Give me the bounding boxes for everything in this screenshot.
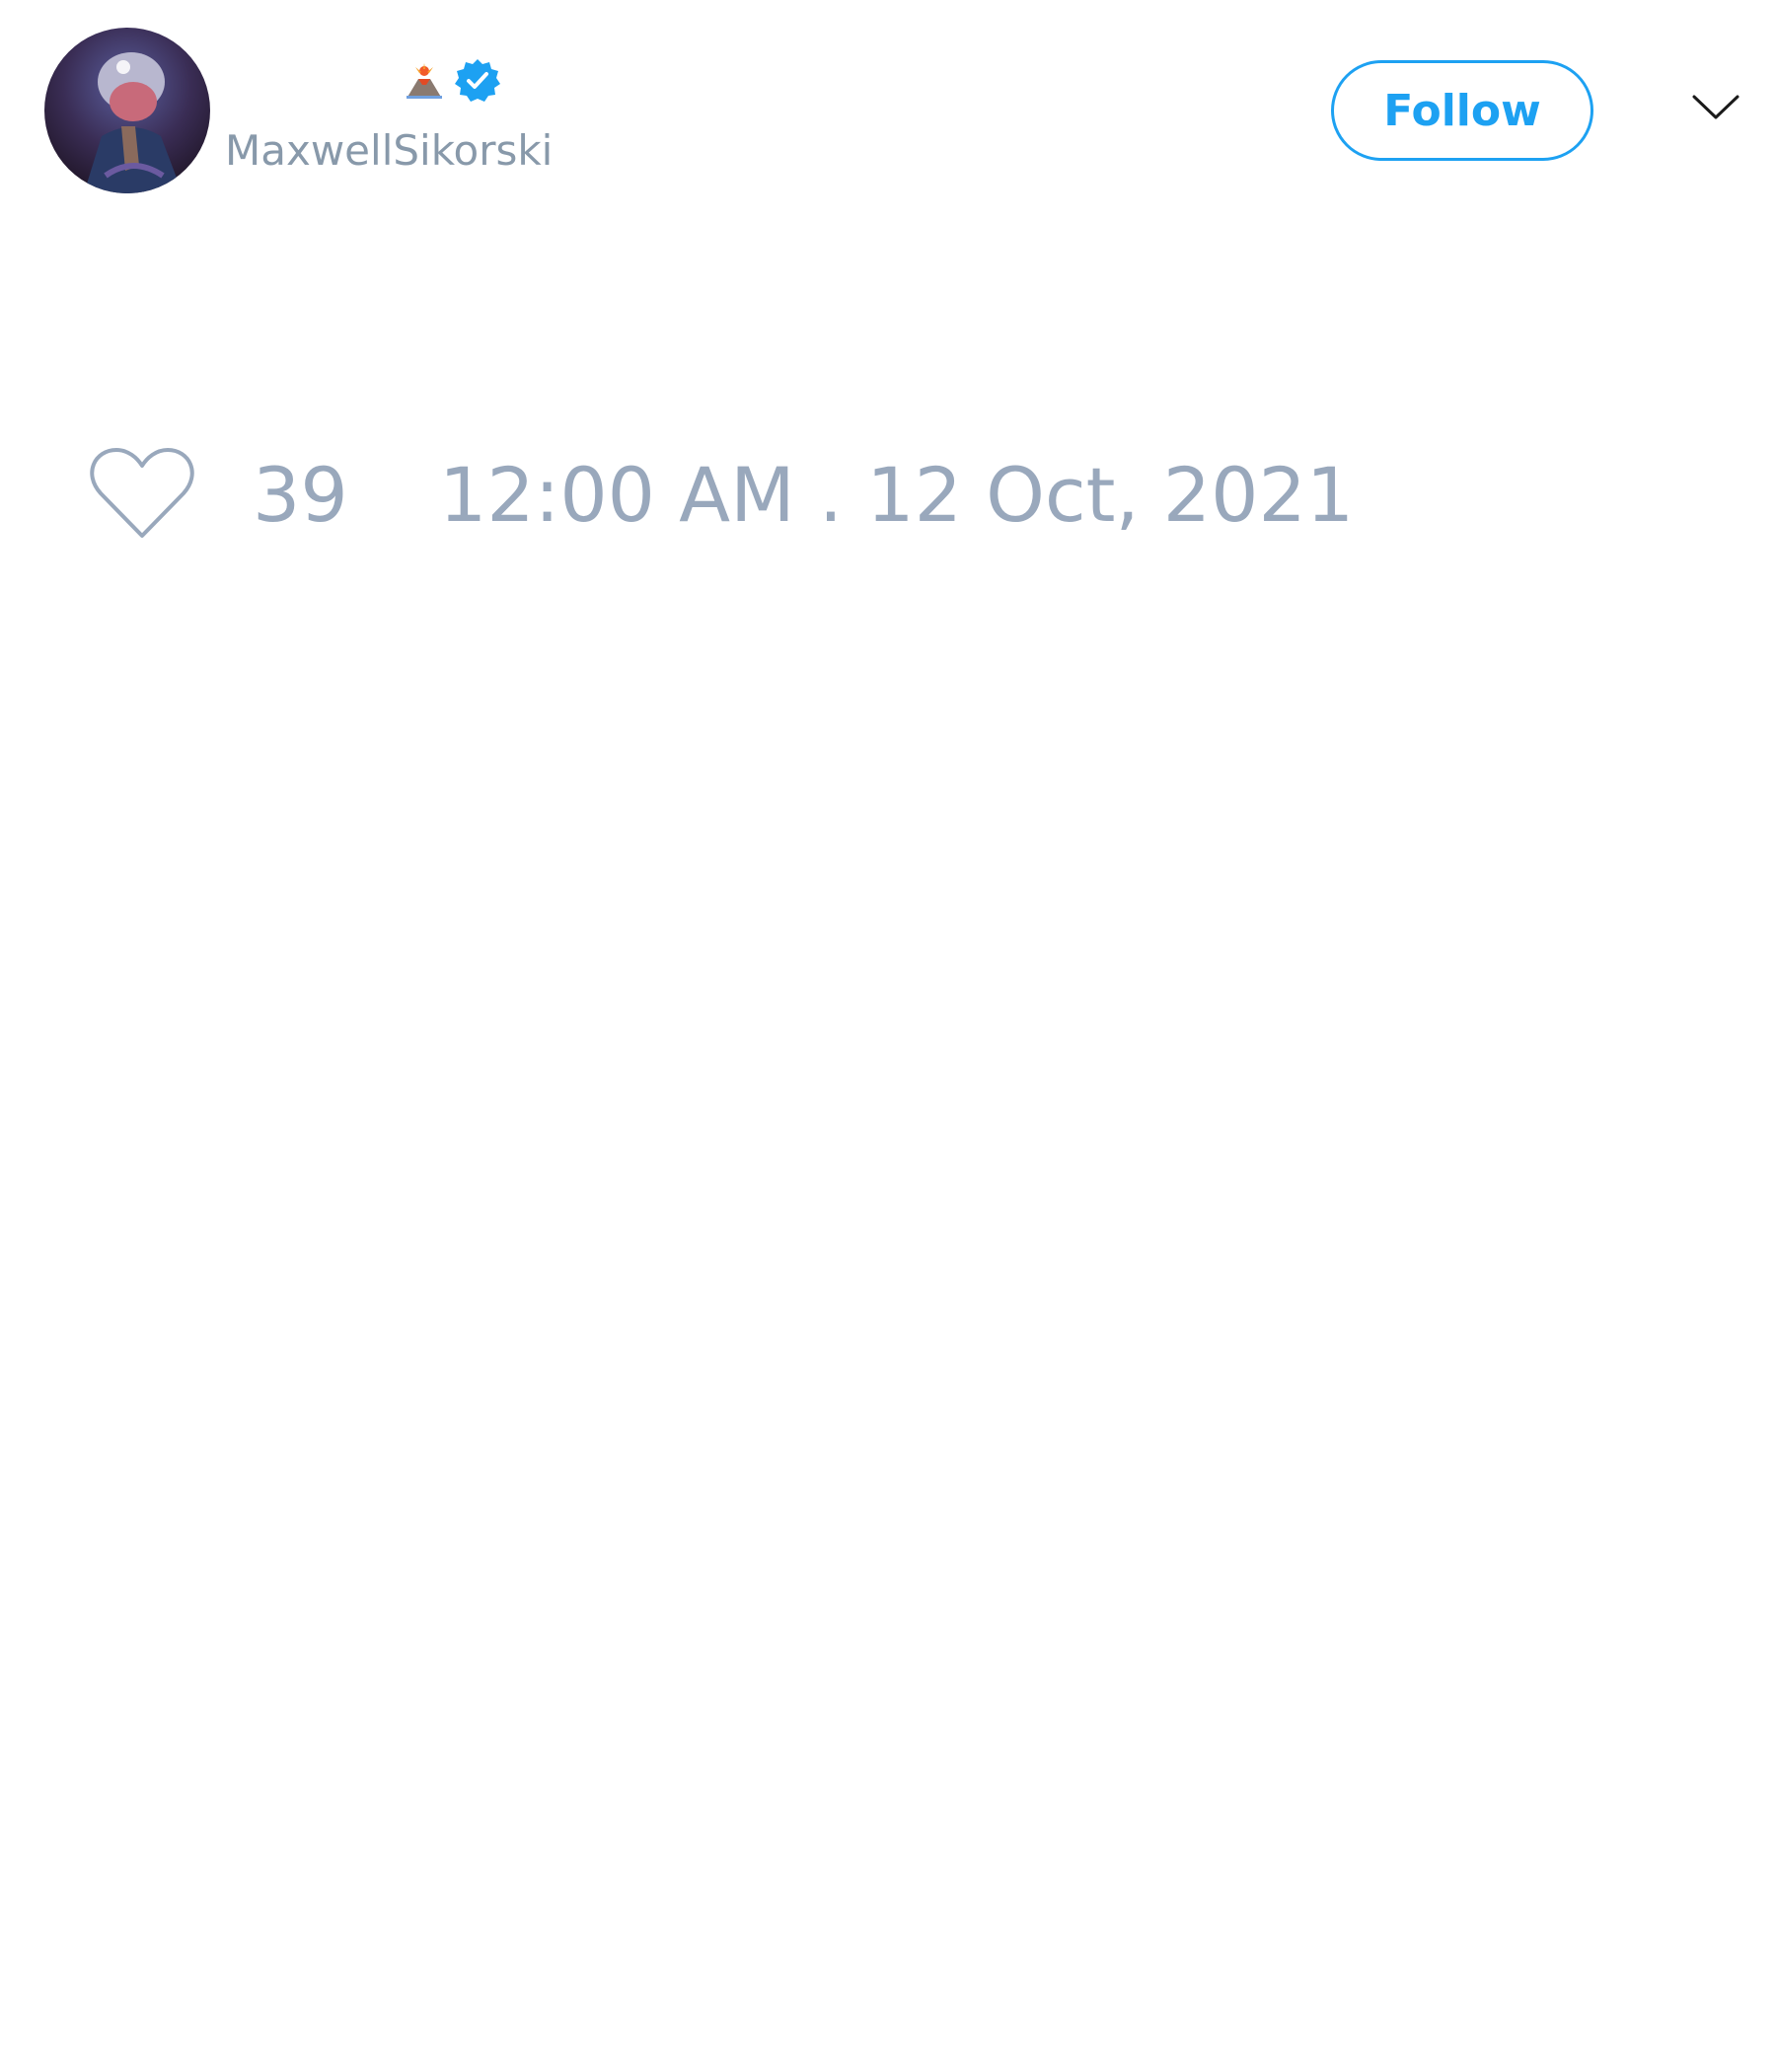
- follow-button[interactable]: Follow: [1331, 60, 1593, 161]
- display-name-row[interactable]: [405, 55, 501, 107]
- verified-badge-icon: [454, 57, 501, 105]
- volcano-emoji-icon: [405, 61, 444, 101]
- author-handle[interactable]: MaxwellSikorski: [225, 126, 553, 176]
- tweet-timestamp[interactable]: 12:00 AM . 12 Oct, 2021: [439, 456, 1354, 535]
- like-count: 39: [253, 451, 348, 539]
- avatar-image: [44, 28, 210, 193]
- heart-outline-icon[interactable]: [89, 446, 195, 541]
- avatar[interactable]: [44, 28, 210, 193]
- chevron-down-icon[interactable]: [1691, 93, 1740, 122]
